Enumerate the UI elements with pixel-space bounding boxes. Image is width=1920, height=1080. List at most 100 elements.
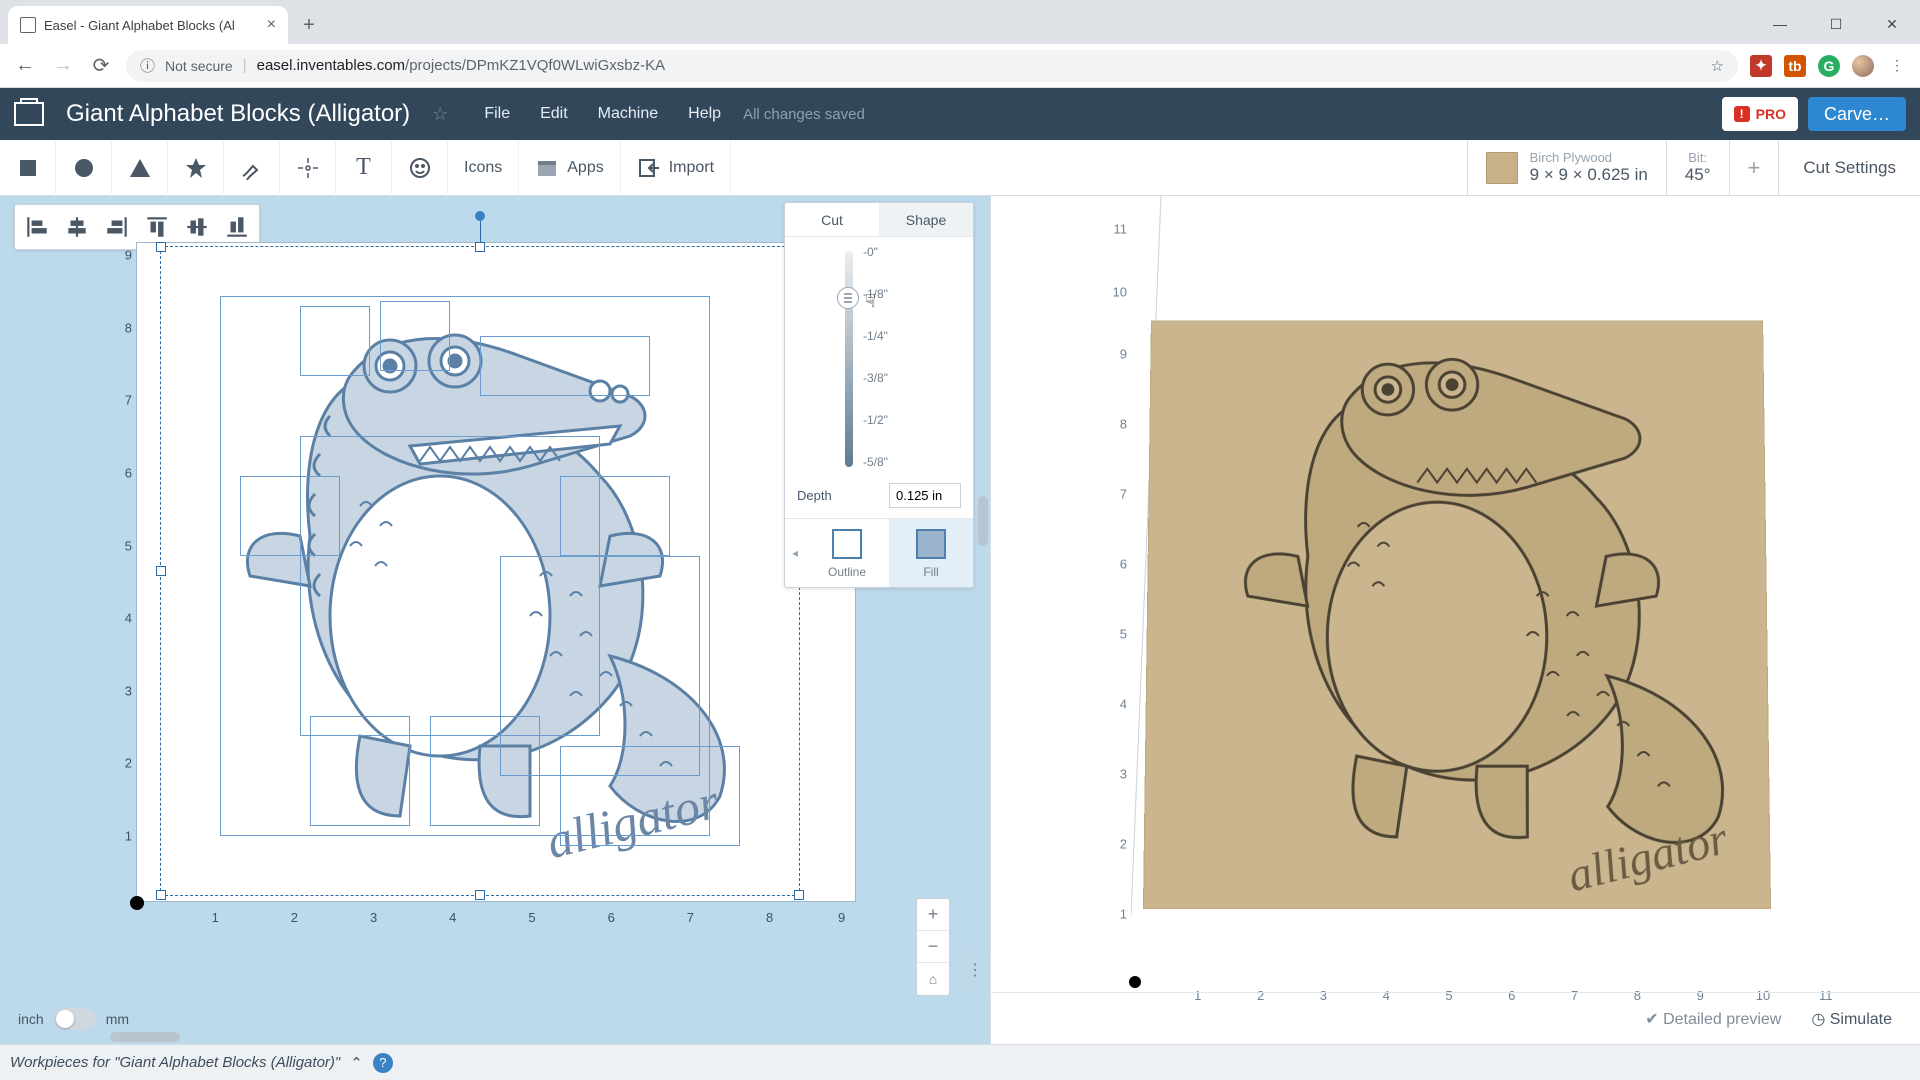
design-canvas-pane: 9 8 7 6 5 4 3 2 1 1 2 3 4 5 6 7 8 9 — [0, 196, 990, 1044]
save-status: All changes saved — [743, 106, 865, 123]
ruler-x: 1 2 3 4 5 6 7 8 9 — [136, 906, 856, 930]
help-icon[interactable]: ? — [373, 1053, 393, 1073]
align-bottom-icon[interactable] — [219, 209, 255, 245]
zoom-controls: + − ⌂ — [916, 898, 950, 996]
plus-icon: + — [1748, 155, 1761, 181]
depth-slider-thumb[interactable] — [837, 287, 859, 309]
cursor-icon: ☟ — [865, 291, 876, 312]
depth-slider[interactable]: -0" -1/8" -1/4" -3/8" -1/2" -5/8" ☟ — [785, 237, 973, 477]
extension-icons: ✦ tb G ⋮ — [1750, 55, 1908, 77]
canvas-hscrollbar[interactable] — [110, 1032, 180, 1042]
pro-button[interactable]: !PRO — [1722, 97, 1798, 131]
material-name: Birch Plywood — [1530, 150, 1648, 166]
zoom-out-icon[interactable]: − — [917, 931, 949, 963]
menu-file[interactable]: File — [484, 105, 510, 123]
browser-tab[interactable]: Easel - Giant Alphabet Blocks (Al × — [8, 6, 288, 44]
pen-tool-icon[interactable] — [224, 140, 280, 196]
depth-input[interactable] — [889, 483, 961, 508]
unit-switch[interactable] — [54, 1008, 96, 1030]
workpieces-bar[interactable]: Workpieces for "Giant Alphabet Blocks (A… — [0, 1044, 1920, 1080]
canvas-vscrollbar[interactable] — [978, 496, 988, 546]
tab-title: Easel - Giant Alphabet Blocks (Al — [44, 18, 235, 33]
close-tab-icon[interactable]: × — [267, 16, 276, 34]
cut-properties-panel: Cut Shape -0" -1/8" -1/4" -3/8" -1/2" -5… — [784, 202, 974, 588]
info-icon: ⓘ — [140, 55, 155, 76]
close-window-icon[interactable]: ✕ — [1864, 4, 1920, 44]
text-tool-icon[interactable]: T — [336, 140, 392, 196]
resize-handle[interactable] — [475, 242, 485, 252]
tab-cut[interactable]: Cut — [785, 203, 879, 236]
apps-button[interactable]: Apps — [519, 140, 620, 196]
icons-button[interactable]: Icons — [448, 140, 519, 196]
favorite-star-icon[interactable]: ☆ — [432, 104, 448, 125]
cut-type-outline[interactable]: Outline — [805, 519, 889, 587]
align-left-icon[interactable] — [19, 209, 55, 245]
omnibox[interactable]: ⓘ Not secure | easel.inventables.com/pro… — [126, 50, 1738, 82]
zoom-in-icon[interactable]: + — [917, 899, 949, 931]
address-bar: ← → ⟳ ⓘ Not secure | easel.inventables.c… — [0, 44, 1920, 88]
preview-pane: 11 10 9 8 7 6 5 4 3 2 1 1 2 3 4 5 6 7 8 … — [990, 196, 1920, 1044]
shape-toolbar: T Icons Apps Import Birch Plywood9 × 9 ×… — [0, 140, 1920, 196]
cut-type-fill[interactable]: Fill — [889, 519, 973, 587]
browser-menu-icon[interactable]: ⋮ — [1886, 55, 1908, 77]
app-header: Giant Alphabet Blocks (Alligator) ☆ File… — [0, 88, 1920, 140]
material-panel[interactable]: Birch Plywood9 × 9 × 0.625 in — [1467, 140, 1666, 196]
unit-toggle[interactable]: inch mm — [18, 1008, 129, 1030]
resize-handle[interactable] — [156, 242, 166, 252]
resize-handle[interactable] — [794, 890, 804, 900]
cut-settings-button[interactable]: Cut Settings — [1778, 140, 1920, 196]
emoji-tool-icon[interactable] — [392, 140, 448, 196]
star-tool-icon[interactable] — [168, 140, 224, 196]
window-controls: — ☐ ✕ — [1752, 4, 1920, 44]
simulate-button[interactable]: ◷ Simulate — [1811, 1009, 1892, 1029]
rectangle-tool-icon[interactable] — [0, 140, 56, 196]
menu-machine[interactable]: Machine — [598, 105, 658, 123]
preview-footer: ✔ Detailed preview ◷ Simulate — [991, 992, 1920, 1044]
circle-tool-icon[interactable] — [56, 140, 112, 196]
import-button[interactable]: Import — [621, 140, 731, 196]
canvas-menu-icon[interactable]: ⋮ — [964, 950, 986, 990]
align-center-v-icon[interactable] — [179, 209, 215, 245]
resize-handle[interactable] — [156, 890, 166, 900]
browser-tab-strip: Easel - Giant Alphabet Blocks (Al × + — … — [0, 0, 1920, 44]
selection-bounds[interactable] — [160, 246, 800, 896]
cut-type-prev-icon[interactable]: ◂ — [785, 519, 805, 587]
material-dims: 9 × 9 × 0.625 in — [1530, 165, 1648, 185]
align-center-h-icon[interactable] — [59, 209, 95, 245]
new-tab-button[interactable]: + — [294, 10, 324, 40]
back-icon[interactable]: ← — [12, 54, 38, 77]
menu-edit[interactable]: Edit — [540, 105, 568, 123]
menu-help[interactable]: Help — [688, 105, 721, 123]
resize-handle[interactable] — [475, 890, 485, 900]
profile-avatar[interactable] — [1852, 55, 1874, 77]
align-top-icon[interactable] — [139, 209, 175, 245]
forward-icon[interactable]: → — [50, 54, 76, 77]
carve-button[interactable]: Carve… — [1808, 97, 1906, 131]
pdf-extension-icon[interactable]: ✦ — [1750, 55, 1772, 77]
detailed-preview-toggle[interactable]: ✔ Detailed preview — [1645, 1009, 1781, 1029]
add-bit-button[interactable]: + — [1729, 140, 1779, 196]
bit-panel[interactable]: Bit:45° — [1666, 140, 1729, 196]
origin-marker-icon — [130, 896, 144, 910]
rotate-handle[interactable] — [475, 211, 485, 221]
reload-icon[interactable]: ⟳ — [88, 53, 114, 78]
bookmark-star-icon[interactable]: ☆ — [1711, 57, 1724, 75]
material-swatch-icon — [1486, 152, 1518, 184]
triangle-tool-icon[interactable] — [112, 140, 168, 196]
easel-logo-icon[interactable] — [14, 102, 44, 126]
main-menu: File Edit Machine Help — [484, 105, 721, 123]
grammarly-extension-icon[interactable]: G — [1818, 55, 1840, 77]
drill-tool-icon[interactable] — [280, 140, 336, 196]
minimize-icon[interactable]: — — [1752, 4, 1808, 44]
tab-shape[interactable]: Shape — [879, 203, 973, 236]
align-right-icon[interactable] — [99, 209, 135, 245]
maximize-icon[interactable]: ☐ — [1808, 4, 1864, 44]
tb-extension-icon[interactable]: tb — [1784, 55, 1806, 77]
zoom-home-icon[interactable]: ⌂ — [917, 963, 949, 995]
chevron-up-icon[interactable]: ⌃ — [350, 1054, 363, 1072]
resize-handle[interactable] — [156, 566, 166, 576]
bit-value: 45° — [1685, 165, 1711, 185]
url-path: /projects/DPmKZ1VQf0WLwiGxsbz-KA — [405, 57, 665, 74]
preview-workpiece[interactable]: alligator — [1143, 320, 1771, 909]
project-title[interactable]: Giant Alphabet Blocks (Alligator) — [66, 100, 410, 128]
